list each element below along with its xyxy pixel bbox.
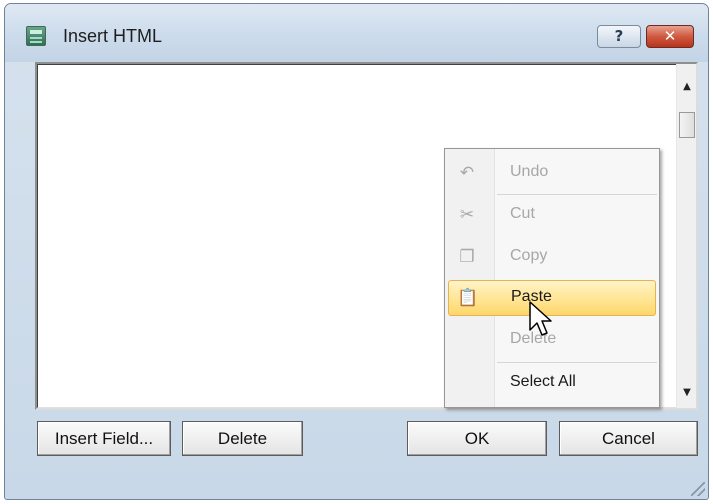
- copy-icon: ❐: [459, 247, 475, 266]
- paste-icon: 📋: [457, 288, 479, 307]
- undo-icon: ↶: [459, 163, 475, 182]
- menu-item-cut[interactable]: ✂ Cut: [448, 197, 656, 233]
- menu-item-select-all[interactable]: Select All: [448, 365, 656, 401]
- cancel-button[interactable]: Cancel: [559, 421, 698, 456]
- help-button[interactable]: ?: [597, 25, 641, 48]
- insert-field-button[interactable]: Insert Field...: [37, 421, 171, 456]
- cut-icon: ✂: [459, 205, 475, 224]
- dialog-title: Insert HTML: [63, 26, 163, 46]
- resize-grip-icon[interactable]: [691, 482, 705, 496]
- title-bar[interactable]: Insert HTML ? ✕: [5, 4, 708, 62]
- menu-separator: [497, 362, 657, 363]
- menu-item-label: Undo: [510, 163, 549, 180]
- delete-button[interactable]: Delete: [182, 421, 303, 456]
- scroll-down-arrow-icon[interactable]: ▼: [677, 384, 697, 402]
- vertical-scrollbar[interactable]: ▲ ▼: [676, 64, 696, 408]
- menu-separator: [497, 194, 657, 195]
- ok-button[interactable]: OK: [407, 421, 547, 456]
- scroll-up-arrow-icon[interactable]: ▲: [677, 78, 697, 96]
- mouse-cursor-icon: [529, 301, 552, 336]
- menu-item-copy[interactable]: ❐ Copy: [448, 239, 656, 275]
- scroll-thumb[interactable]: [679, 112, 695, 138]
- menu-item-label: Cut: [510, 205, 535, 222]
- app-icon: [26, 26, 46, 46]
- menu-item-label: Copy: [510, 247, 548, 264]
- menu-item-label: Select All: [510, 373, 576, 390]
- close-button[interactable]: ✕: [646, 25, 694, 48]
- context-menu: ↶ Undo ✂ Cut ❐ Copy 📋 Paste Delete Selec…: [444, 148, 660, 408]
- menu-item-undo[interactable]: ↶ Undo: [448, 155, 656, 191]
